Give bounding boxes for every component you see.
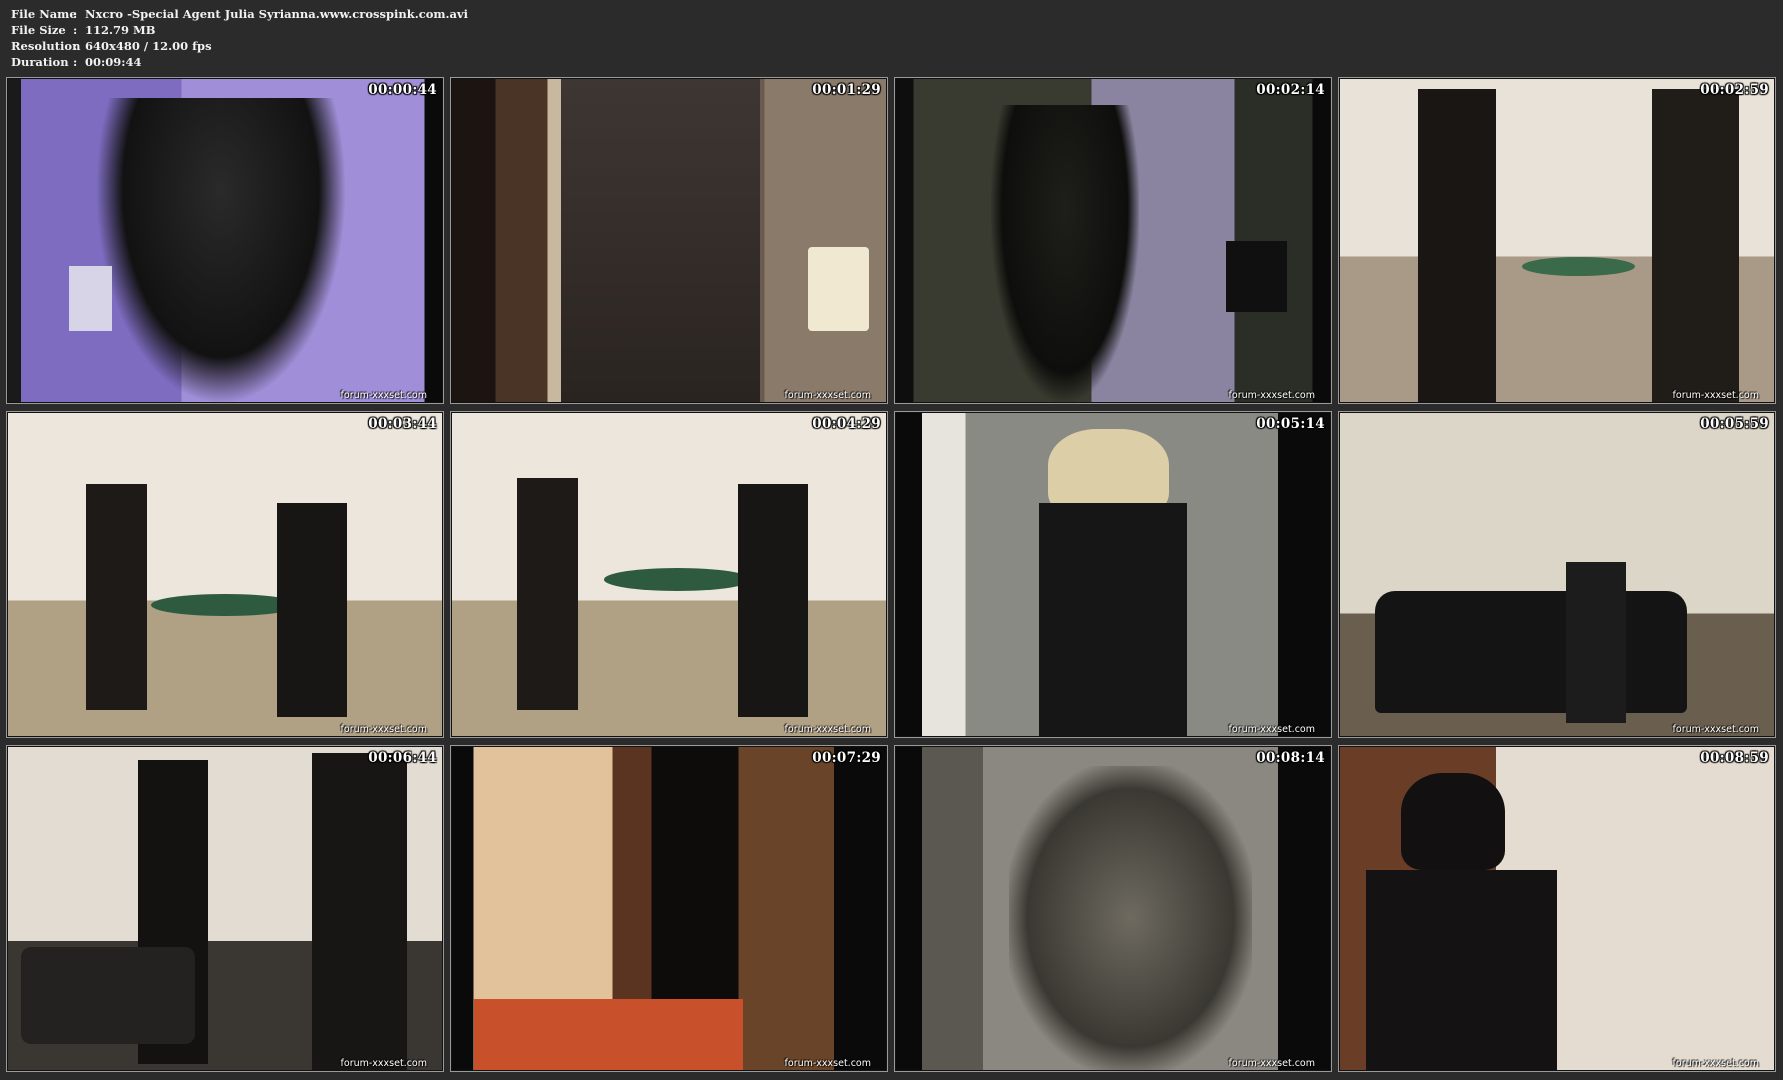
thumbnail-4[interactable]: 00:02:59 forum-xxxset.com [1338, 77, 1776, 404]
file-name-row: File Name : Nxcro -Special Agent Julia S… [11, 6, 468, 22]
thumbnail-10[interactable]: 00:07:29 forum-xxxset.com [450, 745, 888, 1072]
watermark-text: forum-xxxset.com [1228, 1058, 1315, 1069]
duration-row: Duration : 00:09:44 [11, 54, 468, 70]
timestamp: 00:08:14 [1256, 750, 1325, 766]
video-frame [896, 747, 1330, 1070]
file-size-label: File Size [11, 23, 66, 37]
video-frame [8, 79, 442, 402]
video-frame [1340, 747, 1774, 1070]
thumbnail-3[interactable]: 00:02:14 forum-xxxset.com [894, 77, 1332, 404]
video-frame [452, 413, 886, 736]
separator: : [73, 7, 78, 21]
timestamp: 00:04:29 [812, 416, 881, 432]
watermark-text: forum-xxxset.com [1672, 390, 1759, 401]
thumbnail-6[interactable]: 00:04:29 forum-xxxset.com [450, 411, 888, 738]
contact-sheet: File Name : Nxcro -Special Agent Julia S… [0, 0, 1783, 1080]
duration-label: Duration [11, 55, 69, 69]
watermark-text: forum-xxxset.com [1672, 1058, 1759, 1069]
watermark-text: forum-xxxset.com [1228, 390, 1315, 401]
video-frame [452, 747, 886, 1070]
file-size-row: File Size : 112.79 MB [11, 22, 468, 38]
separator: : [73, 39, 78, 53]
file-name-label: File Name [11, 7, 77, 21]
resolution-label: Resolution [11, 39, 81, 53]
resolution-value: 640x480 / 12.00 fps [85, 39, 212, 53]
file-name-value: Nxcro -Special Agent Julia Syrianna.www.… [85, 7, 469, 21]
timestamp: 00:08:59 [1700, 750, 1769, 766]
timestamp: 00:05:14 [1256, 416, 1325, 432]
thumbnail-2[interactable]: 00:01:29 forum-xxxset.com [450, 77, 888, 404]
thumbnail-9[interactable]: 00:06:44 forum-xxxset.com [6, 745, 444, 1072]
timestamp: 00:00:44 [368, 82, 437, 98]
separator: : [73, 55, 78, 69]
watermark-text: forum-xxxset.com [784, 724, 871, 735]
separator: : [73, 23, 78, 37]
thumbnail-7[interactable]: 00:05:14 forum-xxxset.com [894, 411, 1332, 738]
video-frame [8, 747, 442, 1070]
video-frame [452, 79, 886, 402]
timestamp: 00:03:44 [368, 416, 437, 432]
watermark-text: forum-xxxset.com [340, 1058, 427, 1069]
file-size-value: 112.79 MB [85, 23, 156, 37]
watermark-text: forum-xxxset.com [1228, 724, 1315, 735]
video-frame [896, 79, 1330, 402]
watermark-text: forum-xxxset.com [340, 390, 427, 401]
thumbnail-1[interactable]: 00:00:44 forum-xxxset.com [6, 77, 444, 404]
timestamp: 00:05:59 [1700, 416, 1769, 432]
thumbnail-grid: 00:00:44 forum-xxxset.com 00:01:29 forum… [6, 77, 1776, 1076]
video-frame [8, 413, 442, 736]
video-frame [896, 413, 1330, 736]
file-info-header: File Name : Nxcro -Special Agent Julia S… [11, 6, 468, 70]
thumbnail-11[interactable]: 00:08:14 forum-xxxset.com [894, 745, 1332, 1072]
watermark-text: forum-xxxset.com [784, 1058, 871, 1069]
timestamp: 00:01:29 [812, 82, 881, 98]
duration-value: 00:09:44 [85, 55, 142, 69]
thumbnail-5[interactable]: 00:03:44 forum-xxxset.com [6, 411, 444, 738]
timestamp: 00:02:14 [1256, 82, 1325, 98]
thumbnail-8[interactable]: 00:05:59 forum-xxxset.com [1338, 411, 1776, 738]
timestamp: 00:07:29 [812, 750, 881, 766]
resolution-row: Resolution : 640x480 / 12.00 fps [11, 38, 468, 54]
thumbnail-12[interactable]: 00:08:59 forum-xxxset.com [1338, 745, 1776, 1072]
watermark-text: forum-xxxset.com [340, 724, 427, 735]
watermark-text: forum-xxxset.com [1672, 724, 1759, 735]
video-frame [1340, 413, 1774, 736]
timestamp: 00:02:59 [1700, 82, 1769, 98]
video-frame [1340, 79, 1774, 402]
watermark-text: forum-xxxset.com [784, 390, 871, 401]
timestamp: 00:06:44 [368, 750, 437, 766]
